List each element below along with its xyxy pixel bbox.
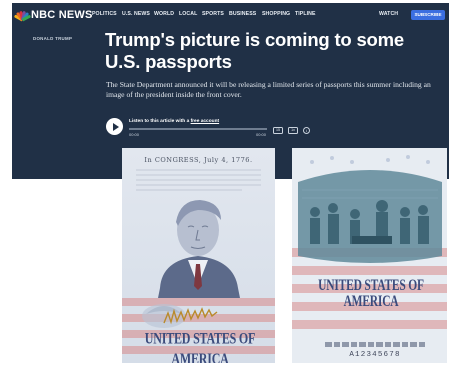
- subscribe-button[interactable]: SUBSCRIBE: [411, 10, 445, 20]
- nbc-news-logo[interactable]: NBC NEWS: [13, 7, 93, 22]
- info-icon[interactable]: i: [303, 127, 310, 134]
- passport-portrait-page: In CONGRESS, July 4, 1776. UNITED STATES…: [122, 148, 275, 363]
- nav-item-business[interactable]: BUSINESS: [229, 11, 256, 17]
- nav-item-tipline[interactable]: TIPLINE: [295, 11, 316, 17]
- country-name-right: UNITED STATES OF AMERICA: [318, 277, 424, 311]
- article-dek: The State Department announced it will b…: [106, 80, 431, 100]
- passport-serial-number: A12345678: [349, 351, 401, 359]
- audio-total-time: 00:00: [256, 132, 267, 137]
- nav-item-local[interactable]: LOCAL: [179, 11, 197, 17]
- peacock-icon: [13, 9, 31, 22]
- audio-elapsed-time: 00:00: [129, 132, 140, 137]
- passport-page-artwork: [292, 148, 447, 363]
- headline: Trump's picture is coming to some U.S. p…: [105, 29, 404, 72]
- nav-item-shopping[interactable]: SHOPPING: [262, 11, 290, 17]
- play-button[interactable]: [106, 118, 123, 135]
- logo-text: NBC NEWS: [31, 8, 93, 21]
- nav-item-us-news[interactable]: U.S. NEWS: [122, 11, 150, 17]
- nav-item-sports[interactable]: SPORTS: [202, 11, 224, 17]
- topic-label[interactable]: DONALD TRUMP: [33, 36, 72, 41]
- rewind-15-button[interactable]: 15: [273, 127, 283, 134]
- country-name-left: UNITED STATES OF AMERICA: [144, 328, 256, 363]
- listen-text: Listen to this article with a: [129, 119, 191, 124]
- article-page: NBC NEWS POLITICS U.S. NEWS WORLD LOCAL …: [12, 3, 449, 366]
- passport-data-page: UNITED STATES OF AMERICA A12345678: [292, 148, 447, 363]
- nav-item-politics[interactable]: POLITICS: [92, 11, 117, 17]
- free-account-link[interactable]: free account: [191, 119, 220, 124]
- machine-readable-strip: [325, 342, 425, 347]
- playback-speed-button[interactable]: 1x: [288, 127, 298, 134]
- top-nav-bar: NBC NEWS POLITICS U.S. NEWS WORLD LOCAL …: [12, 3, 449, 26]
- nav-item-world[interactable]: WORLD: [154, 11, 174, 17]
- declaration-signing-vignette: [298, 170, 442, 263]
- listen-prompt: Listen to this article with a free accou…: [129, 119, 219, 124]
- declaration-heading: In CONGRESS, July 4, 1776.: [144, 156, 253, 164]
- audio-progress-bar[interactable]: [129, 128, 267, 130]
- watch-link[interactable]: WATCH: [379, 11, 398, 17]
